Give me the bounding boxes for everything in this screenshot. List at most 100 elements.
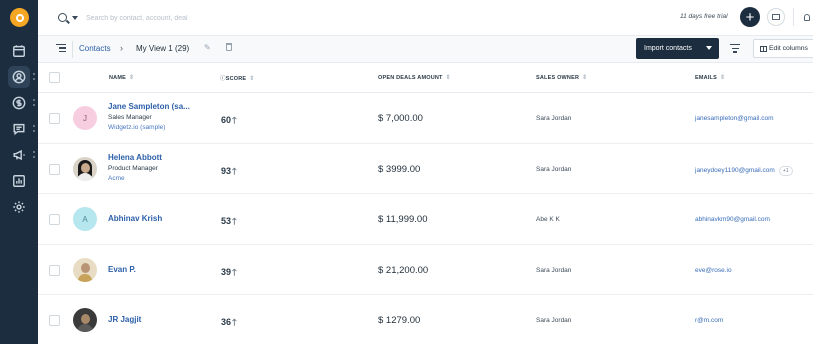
contact-company-link[interactable]: Widgetz.io (sample) <box>108 124 190 131</box>
trial-status-text: 11 days free trial <box>680 13 728 20</box>
deals-menu-dots-icon[interactable] <box>33 99 35 107</box>
contact-name-link[interactable]: Helena Abbott <box>108 153 162 162</box>
filter-icon[interactable] <box>730 44 740 54</box>
avatar: A <box>73 207 97 231</box>
score-cell: 36🡑 <box>221 315 237 331</box>
deal-amount-cell: $ 11,999.00 <box>378 214 428 225</box>
score-value: 53 <box>221 216 232 226</box>
table-row[interactable]: Helena Abbott Product Manager Acme 93🡑 $… <box>38 144 813 194</box>
import-contacts-button[interactable]: Import contacts <box>636 38 719 59</box>
contact-name-cell: Helena Abbott Product Manager Acme <box>108 153 162 182</box>
contact-name-link[interactable]: Abhinav Krish <box>108 214 162 223</box>
sales-owner-cell[interactable]: Sara Jordan <box>536 267 571 274</box>
sidebar <box>0 0 38 344</box>
avatar <box>73 257 97 282</box>
edit-columns-button[interactable]: Edit columns <box>753 39 813 58</box>
sort-icon[interactable]: ⇕ <box>446 75 451 81</box>
notifications-bell-icon[interactable] <box>793 8 813 26</box>
deal-amount-cell: $ 21,200.00 <box>378 264 429 276</box>
contact-name-link[interactable]: JR Jagjit <box>108 315 141 324</box>
contact-job-title: Sales Manager <box>108 114 152 121</box>
score-value: 39 <box>221 266 232 277</box>
select-all-checkbox[interactable] <box>49 72 60 83</box>
contact-name-cell: JR Jagjit <box>108 315 141 324</box>
column-header-name-label: NAME <box>109 75 126 81</box>
settings-gear-icon[interactable] <box>8 196 30 218</box>
sales-owner-cell[interactable]: Abe K K <box>536 216 560 223</box>
app-logo-icon[interactable] <box>10 8 29 27</box>
table-header: NAME ⇕ ⓘSCORE ⇕ OPEN DEALS AMOUNT ⇕ SALES O… <box>38 63 813 93</box>
sort-icon[interactable]: ⇕ <box>129 75 134 81</box>
row-checkbox[interactable] <box>49 264 60 276</box>
email-link[interactable]: abhinavkm90@gmail.com <box>695 216 770 223</box>
email-link[interactable]: r@m.com <box>695 317 723 324</box>
contact-name-cell: Abhinav Krish <box>108 214 162 223</box>
more-emails-badge[interactable]: +1 <box>778 165 793 176</box>
import-chevron-down-icon[interactable] <box>706 46 712 50</box>
score-up-arrow-icon: 🡑 <box>232 165 237 176</box>
search-input[interactable] <box>86 10 346 26</box>
score-value: 93 <box>221 165 232 176</box>
breadcrumb-contacts-link[interactable]: Contacts <box>79 44 111 53</box>
sort-icon[interactable]: ⇕ <box>720 75 725 81</box>
table-row[interactable]: JR Jagjit 36🡑 $ 1279.00 Sara Jordan r@m.… <box>38 295 813 344</box>
email-link[interactable]: eve@rose.io <box>695 267 732 274</box>
deal-amount-cell: $ 7,000.00 <box>378 113 423 124</box>
search-icon[interactable] <box>58 13 67 22</box>
campaigns-menu-dots-icon[interactable] <box>33 151 35 159</box>
row-checkbox[interactable] <box>49 163 60 175</box>
contact-name-cell: Evan P. <box>108 265 136 274</box>
columns-grid-icon <box>760 45 767 52</box>
row-checkbox[interactable] <box>49 315 60 326</box>
column-header-name[interactable]: NAME ⇕ <box>109 74 134 81</box>
column-header-owner[interactable]: SALES OWNER ⇕ <box>536 74 587 81</box>
score-cell: 39🡑 <box>221 265 237 281</box>
score-cell: 53🡑 <box>221 214 237 230</box>
contact-name-link[interactable]: Jane Sampleton (sa... <box>108 102 190 111</box>
table-row[interactable]: Evan P. 39🡑 $ 21,200.00 Sara Jordan eve@… <box>38 245 813 295</box>
contact-company-link[interactable]: Acme <box>108 175 162 182</box>
sort-icon[interactable]: ⇕ <box>582 75 587 81</box>
sort-icon[interactable]: ⇕ <box>249 76 254 82</box>
sales-owner-cell[interactable]: Sara Jordan <box>536 115 571 122</box>
deals-dollar-icon[interactable] <box>8 92 30 114</box>
campaigns-megaphone-icon[interactable] <box>8 144 30 166</box>
sales-owner-cell[interactable]: Sara Jordan <box>536 166 571 173</box>
column-header-emails[interactable]: EMAILS ⇕ <box>695 74 725 81</box>
reports-chart-icon[interactable] <box>8 170 30 192</box>
deal-amount-cell: $ 3999.00 <box>378 163 421 175</box>
column-header-amount[interactable]: OPEN DEALS AMOUNT ⇕ <box>378 74 451 81</box>
contacts-menu-dots-icon[interactable] <box>33 73 35 81</box>
email-link[interactable]: janeydoey1190@gmail.com <box>695 167 775 174</box>
edit-view-pencil-icon[interactable]: ✎ <box>204 43 211 52</box>
table-row[interactable]: A Abhinav Krish 53🡑 $ 11,999.00 Abe K K … <box>38 194 813 245</box>
views-list-icon[interactable] <box>56 44 66 53</box>
email-cell: janeydoey1190@gmail.com +1 <box>695 165 793 176</box>
import-contacts-label: Import contacts <box>644 45 692 52</box>
quick-add-button[interactable]: + <box>740 7 760 27</box>
column-header-emails-label: EMAILS <box>695 75 717 81</box>
row-checkbox[interactable] <box>49 214 60 225</box>
score-value: 60 <box>221 115 232 125</box>
edit-columns-label: Edit columns <box>769 45 808 52</box>
mail-icon[interactable] <box>767 8 785 26</box>
contacts-table: NAME ⇕ ⓘSCORE ⇕ OPEN DEALS AMOUNT ⇕ SALES O… <box>38 63 813 344</box>
column-header-score-label: SCORE <box>225 76 247 82</box>
sales-owner-cell[interactable]: Sara Jordan <box>536 317 571 324</box>
calendar-icon[interactable] <box>8 40 30 62</box>
email-link[interactable]: janesampleton@gmail.com <box>695 115 774 122</box>
contact-name-link[interactable]: Evan P. <box>108 265 136 274</box>
row-checkbox[interactable] <box>49 113 60 124</box>
toolbar-divider <box>72 41 73 58</box>
table-row[interactable]: J Jane Sampleton (sa... Sales Manager Wi… <box>38 93 813 144</box>
search-scope-chevron-down-icon[interactable] <box>72 16 78 20</box>
delete-view-trash-icon[interactable] <box>226 43 232 51</box>
contacts-icon[interactable] <box>8 66 30 88</box>
current-view-title[interactable]: My View 1 (29) <box>136 44 189 53</box>
conversations-icon[interactable] <box>8 118 30 140</box>
conversations-menu-dots-icon[interactable] <box>33 125 35 133</box>
score-up-arrow-icon: 🡑 <box>232 216 237 226</box>
column-header-score[interactable]: ⓘSCORE ⇕ <box>220 74 255 82</box>
breadcrumb-chevron-right-icon: › <box>120 43 123 53</box>
score-up-arrow-icon: 🡑 <box>232 266 237 277</box>
